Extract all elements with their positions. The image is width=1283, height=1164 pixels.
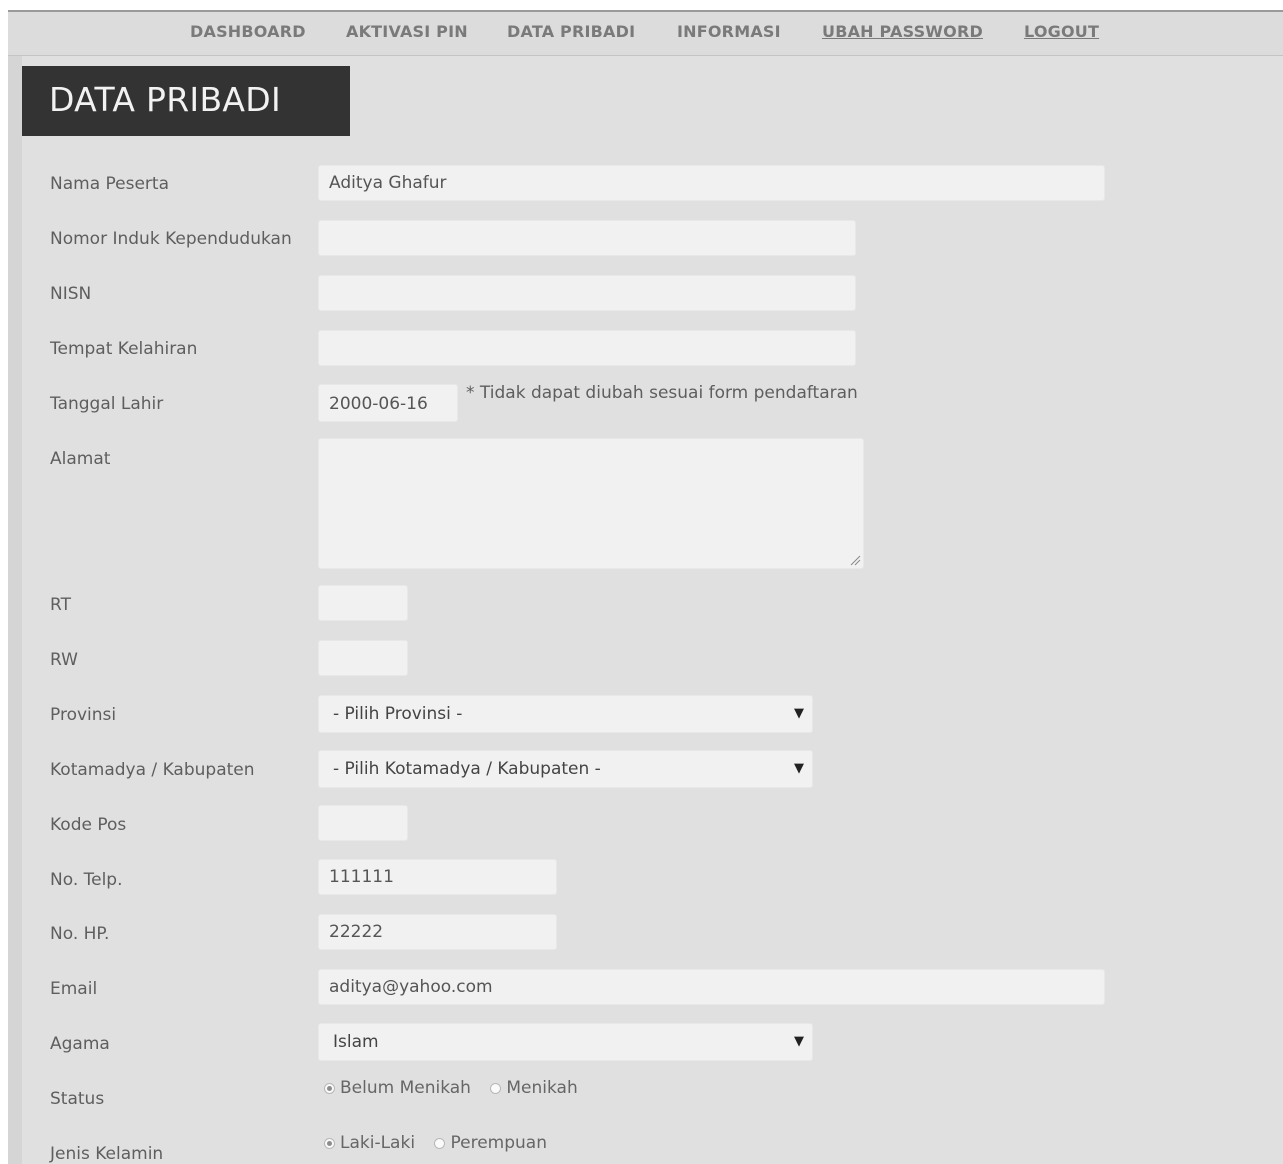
radio-label-perempuan: Perempuan xyxy=(450,1133,547,1153)
textarea-alamat[interactable] xyxy=(318,438,864,569)
nav-ubah-password[interactable]: UBAH PASSWORD xyxy=(822,22,983,41)
page-frame: DASHBOARD AKTIVASI PIN DATA PRIBADI INFO… xyxy=(8,10,1283,1164)
input-no-hp[interactable]: 22222 xyxy=(318,914,557,950)
label-provinsi: Provinsi xyxy=(50,705,117,725)
label-nama-peserta: Nama Peserta xyxy=(50,174,170,194)
label-alamat: Alamat xyxy=(50,449,111,469)
input-tanggal-lahir[interactable]: 2000-06-16 xyxy=(318,384,458,422)
tanggal-lahir-note: * Tidak dapat diubah sesuai form pendaft… xyxy=(466,383,858,403)
label-tanggal-lahir: Tanggal Lahir xyxy=(50,394,164,414)
select-provinsi-value: - Pilih Provinsi - xyxy=(333,704,463,724)
radio-checked-icon[interactable] xyxy=(324,1082,335,1094)
input-rt[interactable] xyxy=(318,585,408,621)
radio-label-belum-menikah: Belum Menikah xyxy=(340,1078,471,1098)
left-edge-strip xyxy=(8,56,22,1164)
label-no-hp: No. HP. xyxy=(50,924,110,944)
radio-label-laki-laki: Laki-Laki xyxy=(340,1133,416,1153)
input-tempat-kelahiran[interactable] xyxy=(318,330,856,366)
radio-option-menikah[interactable]: Menikah xyxy=(490,1078,578,1098)
label-agama: Agama xyxy=(50,1034,110,1054)
input-nisn[interactable] xyxy=(318,275,856,311)
radio-option-belum-menikah[interactable]: Belum Menikah xyxy=(324,1078,471,1098)
label-email: Email xyxy=(50,979,98,999)
label-no-telp: No. Telp. xyxy=(50,870,123,890)
radio-group-jenis-kelamin: Laki-Laki Perempuan xyxy=(324,1133,561,1154)
triangle-down-icon: ▼ xyxy=(794,706,804,721)
select-kotamadya[interactable]: - Pilih Kotamadya / Kabupaten - ▼ xyxy=(318,750,813,788)
label-status: Status xyxy=(50,1089,105,1109)
nav-aktivasi-pin[interactable]: AKTIVASI PIN xyxy=(346,22,468,41)
radio-option-perempuan[interactable]: Perempuan xyxy=(434,1133,547,1153)
triangle-down-icon: ▼ xyxy=(794,1034,804,1049)
nav-informasi[interactable]: INFORMASI xyxy=(677,22,781,41)
select-agama[interactable]: Islam ▼ xyxy=(318,1023,813,1061)
label-rt: RT xyxy=(50,595,71,615)
radio-label-menikah: Menikah xyxy=(506,1078,578,1098)
radio-option-laki-laki[interactable]: Laki-Laki xyxy=(324,1133,415,1153)
label-nisn: NISN xyxy=(50,284,92,304)
select-provinsi[interactable]: - Pilih Provinsi - ▼ xyxy=(318,695,813,733)
input-rw[interactable] xyxy=(318,640,408,676)
label-jenis-kelamin: Jenis Kelamin xyxy=(50,1144,164,1164)
radio-unchecked-icon[interactable] xyxy=(434,1137,446,1149)
label-tempat-kelahiran: Tempat Kelahiran xyxy=(50,339,198,359)
input-kode-pos[interactable] xyxy=(318,805,408,841)
label-kode-pos: Kode Pos xyxy=(50,815,127,835)
nav-dashboard[interactable]: DASHBOARD xyxy=(190,22,306,41)
input-no-telp[interactable]: 111111 xyxy=(318,859,557,895)
label-kotamadya: Kotamadya / Kabupaten xyxy=(50,760,255,780)
top-navigation: DASHBOARD AKTIVASI PIN DATA PRIBADI INFO… xyxy=(8,10,1283,56)
page-title: DATA PRIBADI xyxy=(49,80,282,119)
input-nama-peserta[interactable]: Aditya Ghafur xyxy=(318,165,1105,201)
radio-unchecked-icon[interactable] xyxy=(490,1082,502,1094)
input-nik[interactable] xyxy=(318,220,856,256)
label-nik: Nomor Induk Kependudukan xyxy=(50,229,292,249)
input-email[interactable]: aditya@yahoo.com xyxy=(318,969,1105,1005)
nav-logout[interactable]: LOGOUT xyxy=(1024,22,1099,41)
resize-grip-icon[interactable] xyxy=(849,554,861,566)
page-title-box: DATA PRIBADI xyxy=(22,66,350,136)
select-kotamadya-value: - Pilih Kotamadya / Kabupaten - xyxy=(333,759,601,779)
select-agama-value: Islam xyxy=(333,1032,379,1052)
radio-group-status: Belum Menikah Menikah xyxy=(324,1078,592,1099)
triangle-down-icon: ▼ xyxy=(794,761,804,776)
radio-checked-icon[interactable] xyxy=(324,1137,335,1149)
label-rw: RW xyxy=(50,650,78,670)
nav-data-pribadi[interactable]: DATA PRIBADI xyxy=(507,22,635,41)
